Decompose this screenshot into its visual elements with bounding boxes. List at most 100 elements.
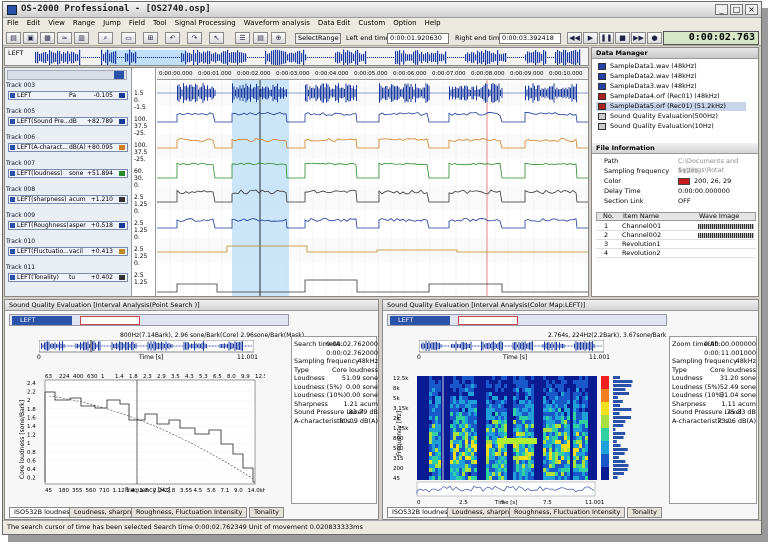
menu-file[interactable]: File bbox=[3, 18, 23, 27]
menu-option[interactable]: Option bbox=[389, 18, 420, 27]
track-checkbox-icon[interactable] bbox=[10, 119, 15, 124]
tile-icon[interactable]: ⊞ bbox=[143, 32, 158, 44]
track-axis-tick: 2.5 bbox=[134, 272, 144, 279]
grid-icon[interactable]: ▦ bbox=[40, 32, 55, 44]
redo-icon[interactable]: ↷ bbox=[187, 32, 202, 44]
menu-custom[interactable]: Custom bbox=[354, 18, 389, 27]
eval-tab[interactable]: ISO532B loudness bbox=[387, 507, 457, 518]
track-row[interactable]: LEFT(Roughness) asper +0.518 bbox=[8, 221, 128, 230]
menu-jump[interactable]: Jump bbox=[99, 18, 125, 27]
right-colormap-chart[interactable]: 12.5k8k5k3.15k2k1.25k800500315200450 2.5 5… bbox=[387, 368, 649, 508]
select-range-button[interactable]: SelectRange bbox=[295, 33, 341, 44]
stat-value: 82.79 dB bbox=[348, 408, 378, 416]
chart-icon[interactable]: ▥ bbox=[74, 32, 89, 44]
save-icon[interactable]: ▣ bbox=[23, 32, 38, 44]
track-color-swatch[interactable] bbox=[119, 119, 125, 124]
left-end-time-field[interactable]: 0:00:01.920630 bbox=[387, 33, 449, 44]
right-eval-channel-tag[interactable]: LEFT bbox=[390, 316, 450, 325]
channel-table-row[interactable]: 1 Channel001 bbox=[596, 222, 756, 231]
menu-help[interactable]: Help bbox=[421, 18, 445, 27]
list-icon[interactable]: ☰ bbox=[235, 32, 250, 44]
data-manager-item[interactable]: Sound Quality Evaluation(500Hz) bbox=[596, 112, 746, 121]
menu-waveform-analysis[interactable]: Waveform analysis bbox=[240, 18, 314, 27]
menu-field[interactable]: Field bbox=[125, 18, 149, 27]
track-row[interactable]: LEFT(Fluctuatio... vacil +0.413 bbox=[8, 247, 128, 256]
right-eval-item-field[interactable] bbox=[458, 316, 518, 325]
track-checkbox-icon[interactable] bbox=[10, 223, 15, 228]
timeline-ruler[interactable]: 0:00:00.000 0:00:01.000 0:00:02.000 0:00:03… bbox=[157, 68, 588, 80]
forward-icon[interactable]: ▶▶ bbox=[631, 32, 646, 44]
right-end-time-field[interactable]: 0:00:03.392418 bbox=[499, 33, 561, 44]
menu-signal-processing[interactable]: Signal Processing bbox=[171, 18, 240, 27]
track-checkbox-icon[interactable] bbox=[10, 145, 15, 150]
data-manager-item[interactable]: SampleData2.wav (48kHz) bbox=[596, 72, 746, 81]
menu-view[interactable]: View bbox=[44, 18, 69, 27]
maximize-button[interactable]: □ bbox=[730, 4, 743, 15]
right-chart-y-tick: 45 bbox=[393, 476, 400, 482]
record-icon[interactable]: ● bbox=[647, 32, 662, 44]
menu-edit[interactable]: Edit bbox=[23, 18, 45, 27]
data-manager-item[interactable]: SampleData4.orf (Rec01) (48kHz) bbox=[596, 92, 746, 101]
track-color-swatch[interactable] bbox=[119, 171, 125, 176]
track-add-icon[interactable] bbox=[114, 71, 124, 79]
menu-data-edit[interactable]: Data Edit bbox=[314, 18, 355, 27]
channel-table-row[interactable]: 4 Revolution2 bbox=[596, 249, 756, 258]
data-manager-item[interactable]: Sound Quality Evaluation(10Hz) bbox=[596, 122, 746, 131]
track-color-swatch[interactable] bbox=[119, 275, 125, 280]
stop-icon[interactable]: ■ bbox=[615, 32, 630, 44]
track-color-swatch[interactable] bbox=[119, 197, 125, 202]
title-bar[interactable]: OS-2000 Professional - [OS2740.osp] _ □ … bbox=[3, 2, 761, 18]
track-row[interactable]: LEFT(A-charact... dB(A) +80.095 bbox=[8, 143, 128, 152]
track-row[interactable]: LEFT(Tonality) tu +0.402 bbox=[8, 273, 128, 282]
track-axis-tick: 100. bbox=[134, 116, 148, 123]
zoom-icon[interactable]: ⌕ bbox=[98, 32, 113, 44]
pause-icon[interactable]: ❚❚ bbox=[599, 32, 614, 44]
stat-key: Loudness (5%) bbox=[672, 382, 721, 391]
left-eval-item-field[interactable] bbox=[80, 316, 140, 325]
track-checkbox-icon[interactable] bbox=[10, 93, 15, 98]
track-color-swatch[interactable] bbox=[119, 249, 125, 254]
track-row[interactable]: LEFT(loudness) sone +51.894 bbox=[8, 169, 128, 178]
overview-strip[interactable]: LEFT bbox=[4, 47, 589, 66]
menu-range[interactable]: Range bbox=[69, 18, 99, 27]
color-swatch[interactable] bbox=[678, 178, 690, 185]
minimize-button[interactable]: _ bbox=[715, 4, 728, 15]
track-color-swatch[interactable] bbox=[119, 145, 125, 150]
track-checkbox-icon[interactable] bbox=[10, 275, 15, 280]
track-checkbox-icon[interactable] bbox=[10, 197, 15, 202]
close-button[interactable]: × bbox=[745, 4, 758, 15]
window-icon[interactable]: ▭ bbox=[121, 32, 136, 44]
play-icon[interactable]: ▶ bbox=[583, 32, 598, 44]
track-color-swatch[interactable] bbox=[119, 223, 125, 228]
timeline-tick: 0:00:02.000 bbox=[237, 71, 271, 77]
data-manager-item[interactable]: SampleData5.orf (Rec01) (51.2kHz) bbox=[596, 102, 746, 111]
eval-tab[interactable]: Tonality bbox=[627, 507, 662, 518]
channel-table-row[interactable]: 2 Channel002 bbox=[596, 231, 756, 240]
open-icon[interactable]: ▤ bbox=[6, 32, 21, 44]
left-eval-channel-tag[interactable]: LEFT bbox=[12, 316, 72, 325]
undo-icon[interactable]: ↶ bbox=[165, 32, 180, 44]
track-checkbox-icon[interactable] bbox=[10, 171, 15, 176]
track-plots[interactable] bbox=[157, 80, 589, 297]
cursor-icon[interactable]: ↖ bbox=[209, 32, 224, 44]
eval-tab[interactable]: ISO532B loudness bbox=[9, 507, 79, 518]
eval-tab[interactable]: Roughness, Fluctuation Intensity bbox=[131, 507, 248, 518]
data-manager-item[interactable]: SampleData3.wav (48kHz) bbox=[596, 82, 746, 91]
data-manager-item[interactable]: SampleData1.wav (48kHz) bbox=[596, 62, 746, 71]
eval-tab[interactable]: Tonality bbox=[249, 507, 284, 518]
track-checkbox-icon[interactable] bbox=[10, 249, 15, 254]
left-loudness-chart[interactable]: 63 224 400 630 1 1.4 1.8 2.3 2.9 3.5 4.3 5.3 6.5 8.0 9… bbox=[25, 372, 265, 502]
rewind-icon[interactable]: ◀◀ bbox=[567, 32, 582, 44]
eval-tab[interactable]: Roughness, Fluctuation Intensity bbox=[509, 507, 626, 518]
stat-value: 75.33 dB bbox=[726, 408, 756, 416]
wave-view-icon[interactable]: ≈ bbox=[57, 32, 72, 44]
channel-table-row[interactable]: 3 Revolution1 bbox=[596, 240, 756, 249]
track-color-swatch[interactable] bbox=[119, 93, 125, 98]
track-row[interactable]: LEFT(Sound Pre... dB +82.789 bbox=[8, 117, 128, 126]
left-chart-y-tick: 1.2 bbox=[27, 433, 36, 439]
marker-icon[interactable]: ⊕ bbox=[271, 32, 286, 44]
menu-tool[interactable]: Tool bbox=[149, 18, 171, 27]
table-icon[interactable]: ▤ bbox=[253, 32, 268, 44]
track-row[interactable]: LEFT(sharpness) acum +1.210 bbox=[8, 195, 128, 204]
track-row[interactable]: LEFT Pa -0.105 bbox=[8, 91, 128, 100]
